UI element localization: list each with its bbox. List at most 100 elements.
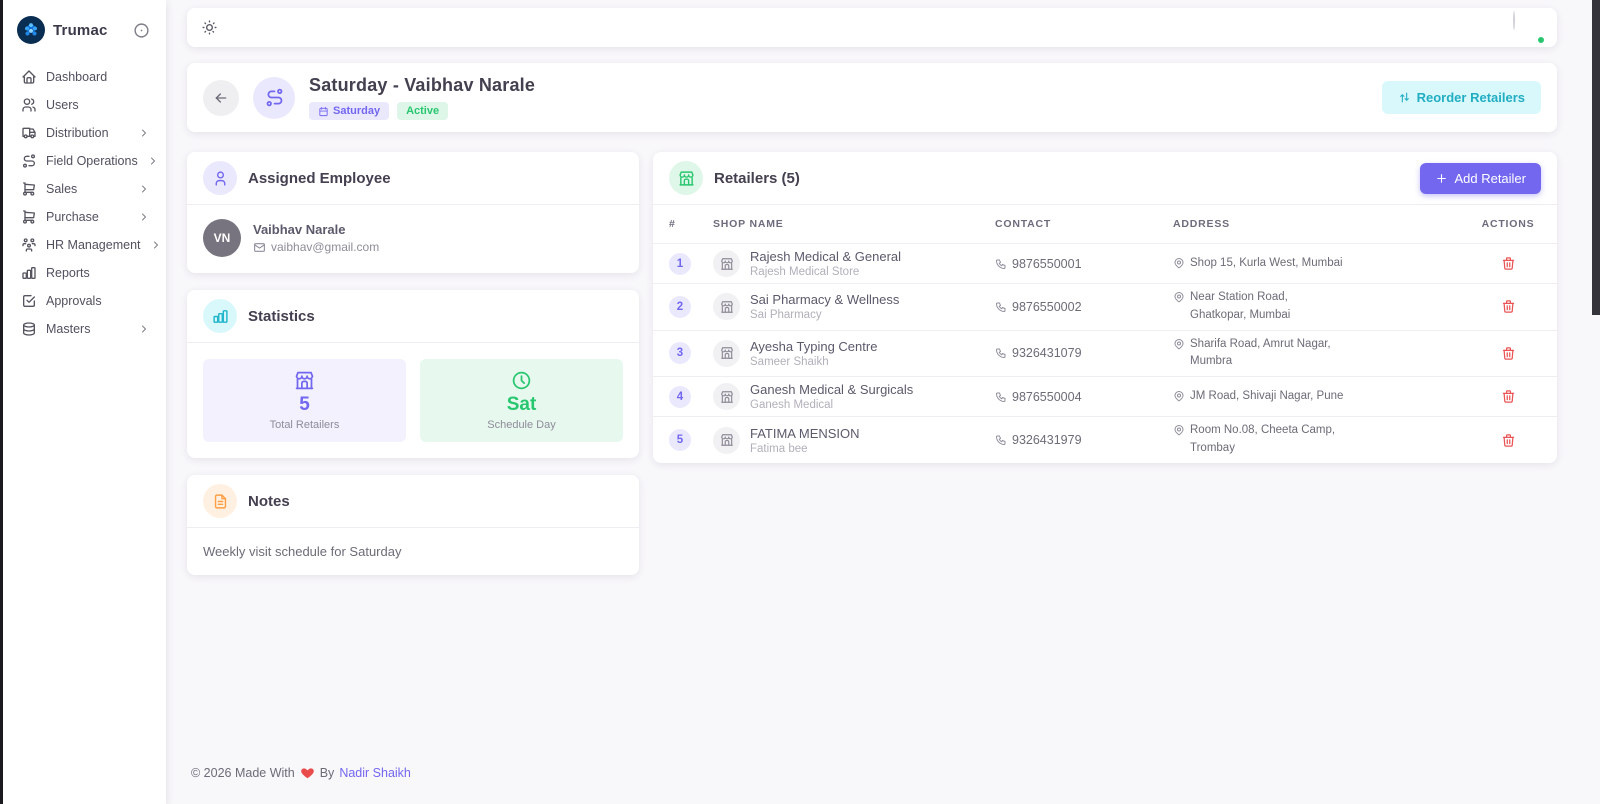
phone-icon: [995, 347, 1007, 359]
sidebar-item-sales[interactable]: Sales: [11, 176, 158, 202]
phone-icon: [995, 434, 1007, 446]
map-pin-icon: [1173, 338, 1185, 350]
col-actions: ACTIONS: [1481, 218, 1535, 230]
stat-value: Sat: [506, 394, 537, 415]
day-badge-label: Saturday: [333, 105, 381, 117]
sidebar-item-hr-management[interactable]: HR Management: [11, 232, 158, 258]
route-icon: [253, 76, 295, 119]
chevron-right-icon: [138, 211, 150, 223]
chevron-right-icon: [138, 183, 150, 195]
delete-retailer-button[interactable]: [1498, 296, 1519, 317]
sidebar-item-label: Approvals: [46, 294, 102, 308]
sidebar-item-masters[interactable]: Masters: [11, 316, 158, 342]
add-retailer-button[interactable]: Add Retailer: [1420, 162, 1541, 194]
phone-icon: [995, 258, 1007, 270]
sidebar-item-users[interactable]: Users: [11, 92, 158, 118]
brand: Trumac: [3, 12, 166, 58]
contact-number: 9876550004: [1012, 389, 1082, 404]
scrollbar-thumb[interactable]: [1592, 0, 1600, 315]
user-avatar[interactable]: [1513, 10, 1546, 45]
delete-retailer-button[interactable]: [1498, 386, 1519, 407]
table-row: 4 Ganesh Medical & Surgicals Ganesh Medi…: [653, 376, 1557, 416]
map-pin-icon: [1173, 291, 1185, 303]
status-badge: Active: [397, 102, 449, 120]
sidebar-pin-toggle-icon[interactable]: [133, 22, 150, 39]
avatar-image: [1513, 10, 1515, 30]
delete-retailer-button[interactable]: [1498, 253, 1519, 274]
bar-chart-icon: [203, 299, 237, 333]
retailers-title: Retailers (5): [714, 169, 800, 187]
sidebar-item-label: Distribution: [46, 126, 109, 140]
sidebar-item-label: Reports: [46, 266, 90, 280]
row-number-badge: 1: [669, 252, 691, 275]
shop-name: Sai Pharmacy & Wellness: [750, 292, 900, 308]
back-button[interactable]: [203, 79, 239, 116]
store-icon: [713, 339, 740, 367]
assigned-employee-card: Assigned Employee VN Vaibhav Narale vaib…: [187, 152, 639, 273]
shop-owner: Sai Pharmacy: [750, 309, 822, 322]
notes-card: Notes Weekly visit schedule for Saturday: [187, 475, 639, 575]
address-text: JM Road, Shivaji Nagar, Pune: [1190, 389, 1344, 402]
store-icon: [294, 370, 315, 391]
sidebar-item-label: HR Management: [46, 238, 141, 252]
table-row: 1 Rajesh Medical & General Rajesh Medica…: [653, 243, 1557, 283]
checkbox-icon: [21, 293, 37, 309]
trash-icon: [1501, 433, 1516, 448]
shop-owner: Sameer Shaikh: [750, 355, 829, 368]
sidebar-item-dashboard[interactable]: Dashboard: [11, 64, 158, 90]
add-retailer-label: Add Retailer: [1454, 170, 1526, 186]
clock-icon: [511, 370, 532, 391]
col-number: #: [669, 218, 676, 230]
truck-icon: [21, 125, 37, 141]
route-icon: [21, 153, 37, 169]
main-content: Saturday - Vaibhav Narale Saturday Activ…: [166, 0, 1600, 804]
sidebar-item-distribution[interactable]: Distribution: [11, 120, 158, 146]
statistics-card: Statistics 5 Total Retailers Sat Schedul…: [187, 290, 639, 458]
brand-name: Trumac: [53, 21, 108, 39]
topbar: [187, 8, 1557, 47]
footer: © 2026 Made With By Nadir Shaikh: [187, 766, 1557, 804]
sidebar-item-field-operations[interactable]: Field Operations: [11, 148, 158, 174]
heart-icon: [300, 766, 315, 780]
chevron-right-icon: [138, 127, 150, 139]
people-icon: [21, 237, 37, 253]
store-icon: [713, 383, 740, 411]
sidebar-item-reports[interactable]: Reports: [11, 260, 158, 286]
delete-retailer-button[interactable]: [1498, 343, 1519, 364]
chevron-right-icon: [147, 155, 159, 167]
sidebar-item-approvals[interactable]: Approvals: [11, 288, 158, 314]
contact-number: 9326431079: [1012, 346, 1082, 361]
author-link[interactable]: Nadir Shaikh: [339, 766, 411, 780]
col-address: ADDRESS: [1173, 218, 1230, 230]
page-header: Saturday - Vaibhav Narale Saturday Activ…: [187, 63, 1557, 132]
delete-retailer-button[interactable]: [1498, 430, 1519, 451]
notes-content: Weekly visit schedule for Saturday: [203, 544, 402, 559]
sidebar-item-label: Dashboard: [46, 70, 108, 84]
window-edge: [0, 0, 3, 804]
address-text: Near Station Road, Ghatkopar, Mumbai: [1190, 291, 1291, 321]
phone-icon: [995, 301, 1007, 313]
trash-icon: [1501, 346, 1516, 361]
employee-email: vaibhav@gmail.com: [271, 240, 380, 254]
statistics-title: Statistics: [248, 307, 315, 325]
address-text: Sharifa Road, Amrut Nagar, Mumbra: [1190, 337, 1331, 368]
shop-owner: Rajesh Medical Store: [750, 266, 860, 278]
contact-number: 9326431979: [1012, 433, 1082, 448]
footer-by: By: [319, 766, 335, 780]
calendar-icon: [318, 106, 329, 117]
theme-toggle-sun-icon[interactable]: [201, 19, 218, 36]
page-title: Saturday - Vaibhav Narale: [309, 75, 536, 95]
sidebar-item-purchase[interactable]: Purchase: [11, 204, 158, 230]
store-icon: [669, 161, 703, 195]
shop-owner: Ganesh Medical: [750, 399, 834, 412]
phone-icon: [995, 391, 1007, 403]
shop-name: FATIMA MENSION: [750, 425, 860, 441]
database-icon: [21, 321, 37, 337]
reorder-retailers-button[interactable]: Reorder Retailers: [1381, 81, 1541, 114]
shop-name: Rajesh Medical & General: [750, 249, 902, 264]
employee-avatar: VN: [203, 219, 241, 257]
table-row: 5 FATIMA MENSION Fatima bee 9326431979 R…: [653, 416, 1557, 463]
scrollbar[interactable]: [1592, 0, 1600, 804]
online-status-dot: [1536, 34, 1546, 45]
map-pin-icon: [1173, 390, 1185, 402]
